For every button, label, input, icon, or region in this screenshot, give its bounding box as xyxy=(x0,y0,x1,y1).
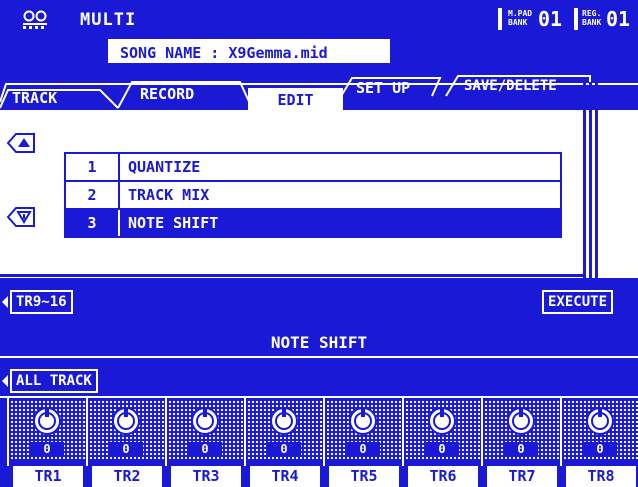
track-label[interactable]: TR4 xyxy=(250,466,320,487)
divider xyxy=(0,396,638,398)
divider xyxy=(560,398,562,466)
knob-cell: 0 xyxy=(89,400,165,460)
knob-icon[interactable] xyxy=(32,406,62,436)
track-label[interactable]: TR7 xyxy=(487,466,557,487)
list-item-label: QUANTIZE xyxy=(128,158,201,176)
knob-cell: 0 xyxy=(484,400,560,460)
track-label[interactable]: TR8 xyxy=(566,466,636,487)
knob-icon[interactable] xyxy=(111,406,141,436)
scroll-up-button[interactable] xyxy=(6,132,36,154)
reg-bank-label-bottom: BANK xyxy=(582,18,602,27)
mpad-bank-label-top: M.PAD xyxy=(508,9,533,18)
list-item-label: NOTE SHIFT xyxy=(128,214,219,232)
list-item-selected[interactable]: 3 NOTE SHIFT xyxy=(66,210,560,236)
section-title: NOTE SHIFT xyxy=(270,333,368,352)
divider xyxy=(244,398,246,466)
execute-button[interactable]: EXECUTE xyxy=(542,290,614,314)
tab-setup[interactable]: SET UP xyxy=(356,74,410,102)
divider xyxy=(7,398,9,466)
song-name-box: SONG NAME : X9Gemma.mid xyxy=(108,39,390,63)
knob-icon[interactable] xyxy=(269,406,299,436)
divider xyxy=(498,8,502,30)
knob-cell: 0 xyxy=(10,400,86,460)
tab-record[interactable]: RECORD xyxy=(140,80,194,108)
divider xyxy=(402,398,404,466)
list-item[interactable]: 1 QUANTIZE xyxy=(66,154,560,182)
page-edge xyxy=(595,82,598,286)
knob-cell: 0 xyxy=(247,400,323,460)
divider xyxy=(323,398,325,466)
reg-bank-label: REG. BANK xyxy=(582,9,601,27)
track-value: 0 xyxy=(30,442,64,456)
knob-icon[interactable] xyxy=(585,406,615,436)
knob-cell: 0 xyxy=(168,400,244,460)
track-label[interactable]: TR5 xyxy=(329,466,399,487)
tab-edit[interactable]: EDIT xyxy=(248,88,343,110)
track-value: 0 xyxy=(267,442,301,456)
track-label[interactable]: TR2 xyxy=(92,466,162,487)
track-value: 0 xyxy=(346,442,380,456)
left-arrow-icon xyxy=(2,296,8,308)
divider xyxy=(481,398,483,466)
track-value: 0 xyxy=(583,442,617,456)
page-edge xyxy=(583,82,586,278)
track-value: 0 xyxy=(504,442,538,456)
track-label[interactable]: TR6 xyxy=(408,466,478,487)
knob-icon[interactable] xyxy=(190,406,220,436)
multi-mode-icon xyxy=(23,10,47,29)
mpad-bank-label-bottom: BANK xyxy=(508,18,528,27)
mode-label: MULTI xyxy=(80,10,137,30)
left-arrow-icon xyxy=(2,375,8,387)
knob-cell: 0 xyxy=(405,400,481,460)
all-track-button[interactable]: ALL TRACK xyxy=(10,369,98,393)
edit-function-list: 1 QUANTIZE 2 TRACK MIX 3 NOTE SHIFT xyxy=(64,152,562,238)
scroll-down-button[interactable] xyxy=(6,206,36,228)
list-item-number: 3 xyxy=(66,210,120,236)
knob-icon[interactable] xyxy=(348,406,378,436)
track-label[interactable]: TR3 xyxy=(171,466,241,487)
list-item-label: TRACK MIX xyxy=(128,186,210,204)
tr-range-button[interactable]: TR9~16 xyxy=(10,290,73,314)
page-edge xyxy=(589,82,592,282)
divider xyxy=(86,398,88,466)
reg-bank-value: 01 xyxy=(606,7,631,31)
divider xyxy=(574,8,578,30)
track-value: 0 xyxy=(188,442,222,456)
list-item[interactable]: 2 TRACK MIX xyxy=(66,182,560,210)
knob-cell: 0 xyxy=(563,400,638,460)
tab-track[interactable]: TRACK xyxy=(12,84,57,112)
knob-icon[interactable] xyxy=(427,406,457,436)
tab-save-delete[interactable]: SAVE/DELETE xyxy=(464,72,557,100)
mpad-bank-label: M.PAD BANK xyxy=(508,9,532,27)
track-value: 0 xyxy=(425,442,459,456)
divider xyxy=(165,398,167,466)
track-label[interactable]: TR1 xyxy=(13,466,83,487)
knob-cell: 0 xyxy=(326,400,402,460)
list-item-number: 1 xyxy=(66,154,120,180)
reg-bank-label-top: REG. xyxy=(582,9,602,18)
knob-icon[interactable] xyxy=(506,406,536,436)
track-value: 0 xyxy=(109,442,143,456)
mpad-bank-value: 01 xyxy=(538,7,563,31)
divider xyxy=(0,356,638,358)
page-edge xyxy=(0,274,586,277)
list-item-number: 2 xyxy=(66,182,120,208)
